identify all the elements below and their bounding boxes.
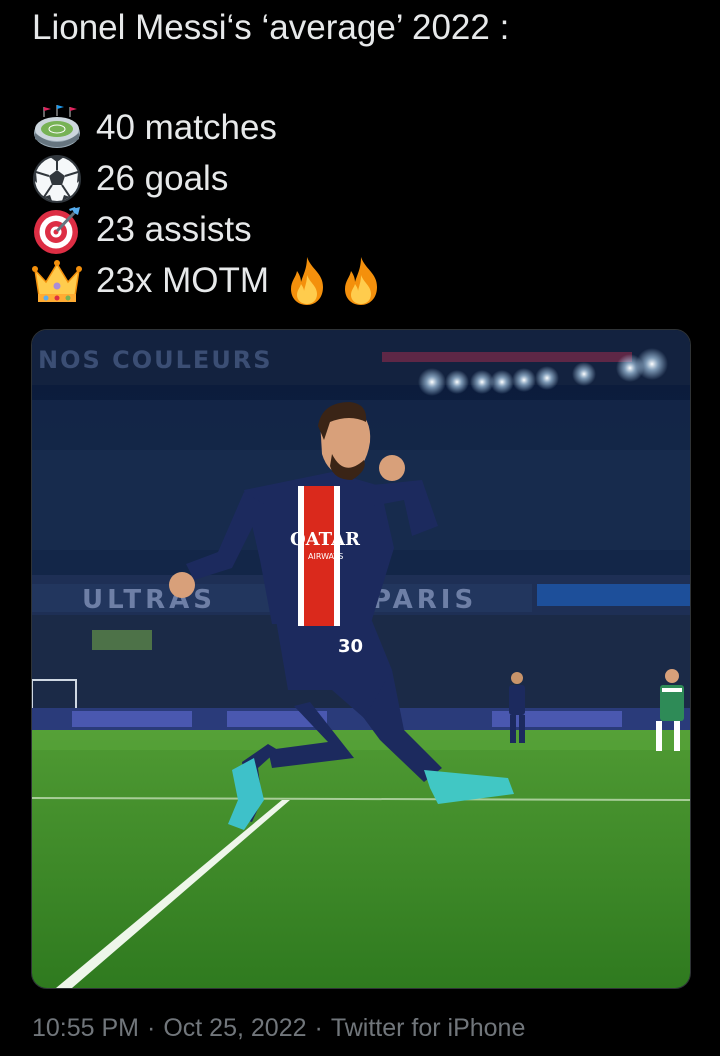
tweet-photo[interactable]: NOS COULEURS ULTRAS PARIS 30 QATAR AIRWA… (31, 329, 691, 989)
meta-separator: · (314, 1014, 323, 1042)
sponsor-subtext: AIRWAYS (308, 552, 343, 561)
tweet-text-title: Lionel Messi‘s ‘average’ 2022 : (32, 8, 510, 47)
stat-assists: 23 assists (32, 204, 252, 256)
tweet-time[interactable]: 10:55 PM (32, 1014, 139, 1043)
crown-icon (32, 256, 82, 306)
stand-text-left: ULTRAS (82, 585, 216, 615)
shirt-number: 30 (338, 636, 363, 657)
stat-matches: 40 matches (32, 102, 277, 154)
fire-icon (283, 255, 331, 307)
stat-matches-label: 40 matches (96, 108, 277, 147)
tweet-date[interactable]: Oct 25, 2022 (163, 1014, 306, 1043)
soccer-ball-icon (32, 154, 82, 204)
stat-assists-label: 23 assists (96, 210, 252, 249)
stadium-icon (32, 103, 82, 153)
stat-motm-label: 23x MOTM (96, 261, 270, 300)
banner-text: NOS COULEURS (38, 346, 273, 374)
stat-goals: 26 goals (32, 153, 228, 205)
tweet-meta: 10:55 PM · Oct 25, 2022 · Twitter for iP… (32, 1014, 525, 1043)
stat-motm: 23x MOTM (32, 255, 385, 307)
fire-icon (337, 255, 385, 307)
sponsor-text: QATAR (290, 529, 361, 550)
stat-goals-label: 26 goals (96, 159, 229, 198)
stand-text-right: PARIS (372, 585, 477, 615)
tweet: Lionel Messi‘s ‘average’ 2022 : 40 match… (0, 0, 720, 1056)
meta-separator: · (147, 1014, 156, 1042)
target-icon (32, 205, 82, 255)
tweet-source[interactable]: Twitter for iPhone (331, 1014, 526, 1043)
